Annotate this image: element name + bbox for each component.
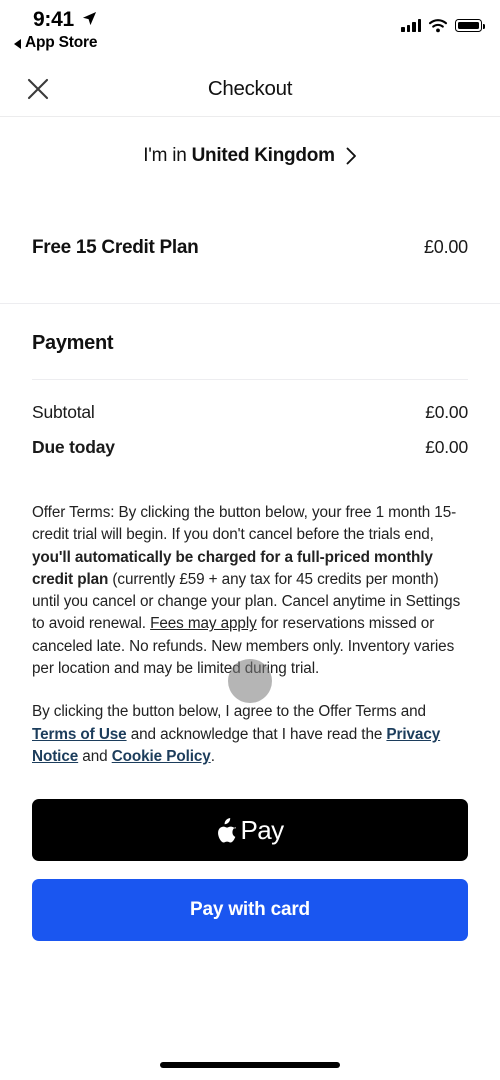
back-label: App Store [25, 34, 98, 51]
page-title: Checkout [207, 77, 293, 100]
back-to-app-store-button[interactable]: App Store [14, 34, 97, 52]
due-today-label: Due today [32, 437, 115, 457]
terms-of-use-link[interactable]: Terms of Use [32, 726, 127, 743]
status-bar-indicators [401, 18, 485, 33]
pay-with-card-button[interactable]: Pay with card [32, 879, 468, 942]
navigation-header: Checkout [0, 62, 500, 117]
terms-section: Offer Terms: By clicking the button belo… [0, 472, 500, 768]
status-bar-time: 9:41 [33, 8, 74, 31]
close-x-icon [27, 78, 49, 100]
location-arrow-icon [82, 11, 97, 26]
apple-pay-content: Pay [216, 814, 284, 846]
locale-label: I'm in United Kingdom [143, 145, 335, 167]
locale-selector[interactable]: I'm in United Kingdom [0, 117, 500, 195]
subtotal-label: Subtotal [32, 402, 95, 422]
agreement-part3: and [78, 747, 112, 765]
cellular-signal-icon [401, 19, 421, 32]
payment-buttons: Pay Pay with card [0, 768, 500, 942]
agreement-part4: . [210, 747, 215, 765]
home-indicator-bar [160, 1062, 340, 1068]
apple-pay-button[interactable]: Pay [32, 799, 468, 862]
plan-name: Free 15 Credit Plan [32, 237, 199, 258]
wifi-icon [428, 19, 448, 33]
battery-full-icon [455, 19, 485, 32]
plan-section: Free 15 Credit Plan £0.00 [0, 195, 500, 303]
payment-heading: Payment [32, 332, 114, 354]
due-today-row: Due today £0.00 [32, 437, 468, 458]
payment-section: Payment Subtotal £0.00 Due today £0.00 [0, 304, 500, 458]
plan-row: Free 15 Credit Plan £0.00 [32, 237, 468, 259]
plan-price: £0.00 [423, 237, 468, 257]
apple-logo-icon [218, 817, 237, 843]
subtotal-row: Subtotal £0.00 [32, 402, 468, 423]
pay-with-card-label: Pay with card [190, 899, 310, 921]
close-button[interactable] [22, 73, 54, 105]
payment-divider [32, 379, 468, 380]
locale-prefix: I'm in [143, 145, 192, 166]
subtotal-value: £0.00 [425, 402, 468, 422]
status-bar: 9:41 App Store [0, 0, 500, 62]
locale-country: United Kingdom [191, 145, 335, 166]
agreement-paragraph: By clicking the button below, I agree to… [32, 701, 468, 768]
fees-may-apply-link[interactable]: Fees may apply [150, 615, 257, 632]
offer-terms-part1: Offer Terms: By clicking the button belo… [32, 504, 457, 544]
offer-terms-paragraph: Offer Terms: By clicking the button belo… [32, 502, 468, 680]
agreement-part1: By clicking the button below, I agree to… [32, 703, 426, 721]
cookie-policy-link[interactable]: Cookie Policy [112, 748, 211, 765]
apple-pay-label: Pay [240, 814, 284, 845]
agreement-part2: and acknowledge that I have read the [126, 725, 387, 743]
due-today-value: £0.00 [425, 437, 468, 457]
back-triangle-icon [14, 38, 21, 49]
chevron-right-icon [346, 147, 356, 165]
